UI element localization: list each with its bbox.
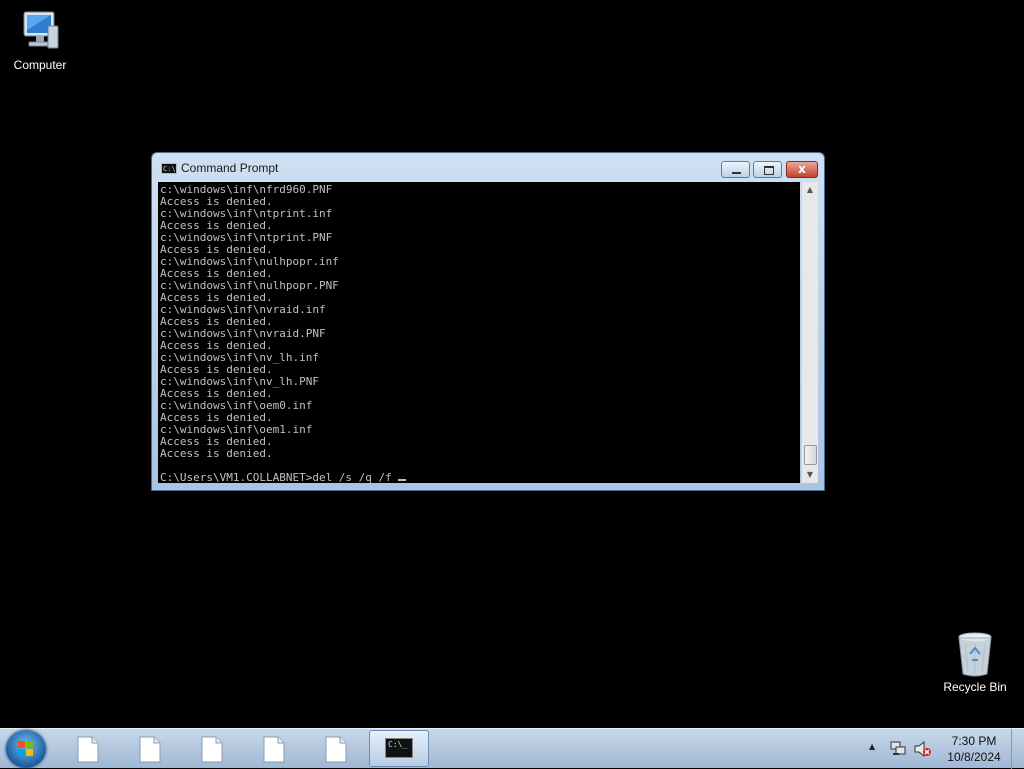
close-icon: x [798, 162, 806, 176]
file-icon [263, 736, 285, 763]
taskbar-file-button[interactable] [77, 736, 99, 763]
computer-icon [23, 11, 59, 49]
clock-time: 7:30 PM [951, 734, 997, 748]
taskbar: C:\_ ▲ 7:30 PM 10/8/2024 [0, 728, 1024, 769]
start-button[interactable] [6, 730, 46, 768]
desktop-icon-label: Computer [13, 58, 67, 72]
volume-muted-icon[interactable] [914, 741, 932, 757]
window-titlebar[interactable]: C:\ Command Prompt x [152, 153, 824, 181]
clock-date: 10/8/2024 [947, 750, 1001, 764]
show-hidden-icons-icon[interactable]: ▲ [869, 742, 875, 751]
command-prompt-icon: C:\ [161, 163, 177, 174]
taskbar-command-prompt-button[interactable]: C:\_ [369, 730, 429, 767]
scroll-up-arrow-icon[interactable]: ▲ [802, 182, 818, 198]
recycle-bin-icon [958, 632, 992, 677]
system-clock[interactable]: 7:30 PM 10/8/2024 [936, 733, 1012, 765]
scroll-down-arrow-icon[interactable]: ▼ [802, 467, 818, 483]
maximize-button[interactable] [753, 161, 782, 178]
windows-logo-icon [18, 741, 34, 757]
window-title: Command Prompt [181, 161, 279, 175]
network-icon[interactable] [890, 741, 906, 756]
taskbar-file-button[interactable] [201, 736, 223, 763]
close-button[interactable]: x [786, 161, 818, 178]
file-icon [139, 736, 161, 763]
console-text: c:\windows\inf\nfrd960.PNF Access is den… [160, 183, 392, 484]
text-cursor [398, 479, 407, 481]
console-output[interactable]: c:\windows\inf\nfrd960.PNF Access is den… [158, 182, 800, 483]
taskbar-file-button[interactable] [263, 736, 285, 763]
minimize-button[interactable] [721, 161, 750, 178]
command-prompt-window[interactable]: C:\ Command Prompt x c:\windows\inf\nfrd… [151, 152, 825, 491]
taskbar-file-button[interactable] [325, 736, 347, 763]
desktop-icon-recycle-bin[interactable]: Recycle Bin [935, 630, 1015, 694]
file-icon [77, 736, 99, 763]
desktop-icon-computer[interactable]: Computer [0, 8, 80, 72]
file-icon [325, 736, 347, 763]
show-desktop-button[interactable] [1011, 729, 1024, 769]
command-prompt-icon: C:\_ [385, 738, 413, 758]
scrollbar-thumb[interactable] [804, 445, 817, 465]
taskbar-file-button[interactable] [139, 736, 161, 763]
vertical-scrollbar[interactable]: ▲ ▼ [801, 182, 818, 483]
desktop-icon-label: Recycle Bin [943, 680, 1007, 694]
file-icon [201, 736, 223, 763]
